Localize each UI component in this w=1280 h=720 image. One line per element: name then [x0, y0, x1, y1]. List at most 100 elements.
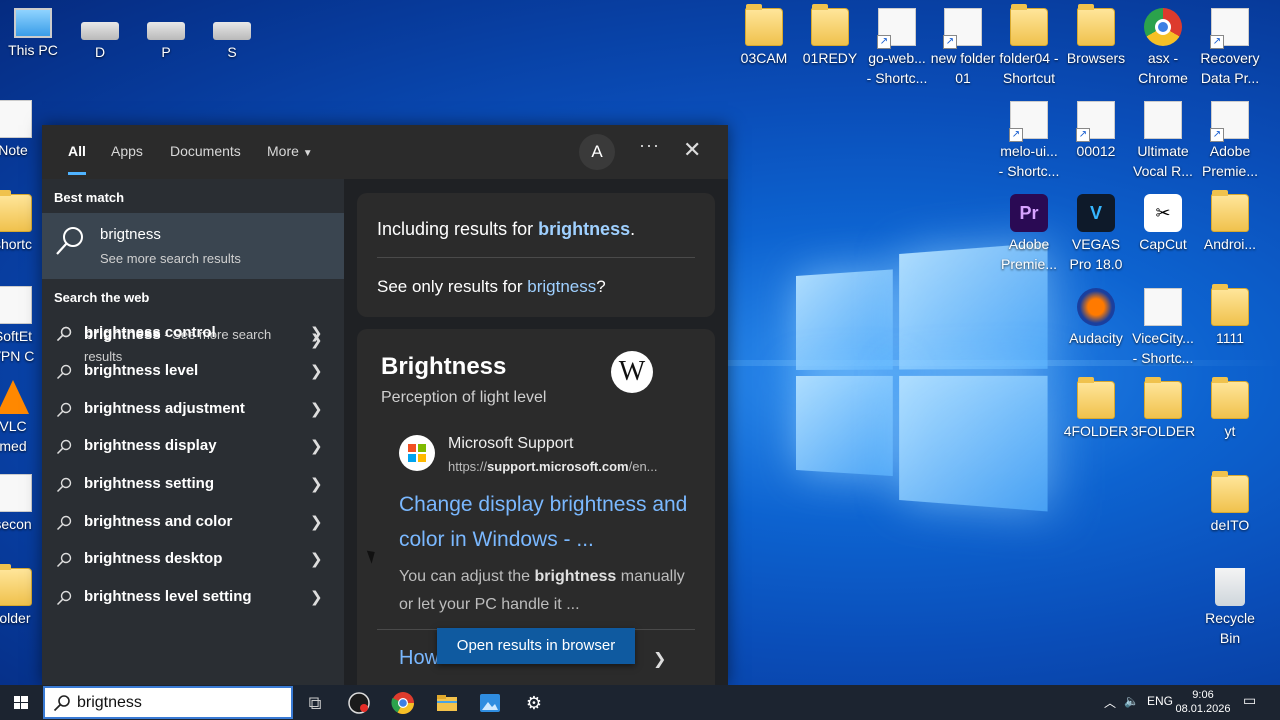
desktop-icon[interactable]: folder04 - Shortcut	[996, 4, 1062, 88]
web-suggestion-item[interactable]: brightness adjustment ❯	[42, 400, 344, 428]
photos-icon[interactable]	[478, 691, 502, 715]
desktop-icon-label: ViceCity... - Shortc...	[1132, 330, 1194, 366]
account-avatar[interactable]: A	[579, 134, 615, 170]
desktop-icon[interactable]: Pr Adobe Premie...	[996, 194, 1062, 274]
desktop-icon-label: yt	[1224, 423, 1236, 439]
desktop-icon[interactable]: Recovery Data Pr...	[1197, 8, 1263, 88]
including-term[interactable]: brightness	[538, 219, 630, 239]
desktop-icon[interactable]: go-web... - Shortc...	[864, 8, 930, 88]
capcut-icon: ✂	[1144, 194, 1182, 232]
desktop-icon[interactable]: folder	[0, 564, 46, 628]
search-query: brigtness	[77, 694, 142, 711]
chrome-icon[interactable]	[391, 691, 415, 715]
tab-apps[interactable]: Apps	[111, 143, 143, 159]
search-icon	[56, 364, 72, 380]
windows-start-icon[interactable]	[0, 685, 42, 720]
desktop-icon[interactable]: 03CAM	[731, 4, 797, 68]
web-suggestion-item[interactable]: brightness level setting ❯	[42, 588, 344, 616]
drive-icon	[147, 22, 185, 40]
file-explorer-icon[interactable]	[435, 691, 459, 715]
desktop-icon[interactable]: VPN C	[0, 306, 46, 366]
recycle-bin-icon	[1215, 568, 1245, 606]
url-prefix: https://	[448, 459, 488, 474]
desktop-icon[interactable]: new folder 01	[930, 8, 996, 88]
tab-all[interactable]: All	[68, 143, 86, 175]
desktop-icon-label: 1111	[1215, 330, 1245, 346]
web-suggestion-label: brightness desktop	[84, 550, 223, 567]
desktop-icon-label: deITO	[1210, 517, 1250, 533]
snippet-bold: brightness	[534, 568, 617, 585]
result-link[interactable]: Change display brightness and color in W…	[399, 487, 689, 557]
windows-logo-wallpaper	[796, 242, 1048, 512]
desktop-icon[interactable]: melo-ui... - Shortc...	[996, 101, 1062, 181]
desktop-icon[interactable]: shortc	[0, 190, 46, 254]
clock[interactable]: 9:06 08.01.2026	[1170, 688, 1236, 716]
folder-icon	[0, 564, 32, 606]
desktop-icon[interactable]: D	[67, 8, 133, 62]
close-icon[interactable]: ✕	[683, 137, 701, 163]
web-suggestion-item[interactable]: brightness level ❯	[42, 362, 344, 390]
notepad-icon	[0, 100, 32, 138]
desktop-icon[interactable]: Note	[0, 100, 46, 160]
desktop-icon-label: 01REDY	[802, 50, 858, 66]
app-record-icon[interactable]	[347, 691, 371, 715]
settings-gear-icon[interactable]: ⚙	[522, 691, 546, 715]
open-in-browser-button[interactable]: Open results in browser	[437, 628, 635, 664]
source-name: Microsoft Support	[448, 435, 574, 452]
clock-time: 9:06	[1192, 689, 1214, 701]
best-match-title: brigtness	[100, 226, 161, 243]
chevron-right-icon: ❯	[310, 363, 323, 380]
wikipedia-icon[interactable]: W	[611, 351, 653, 393]
chevron-up-icon[interactable]: ︿	[1104, 694, 1116, 711]
web-suggestion-label: brightness level	[84, 362, 199, 379]
search-icon	[56, 515, 72, 531]
desktop-icon-label: folder	[0, 610, 31, 626]
desktop-icon[interactable]: secon	[0, 474, 46, 534]
desktop-icon[interactable]: Audacity	[1063, 288, 1129, 348]
desktop-icon[interactable]: yt	[1197, 377, 1263, 441]
desktop-icon[interactable]: This PC	[0, 8, 66, 60]
web-suggestion-label: brightness adjustment	[84, 400, 245, 417]
desktop-icon[interactable]: Recycle Bin	[1197, 568, 1263, 648]
notifications-icon[interactable]: ▭	[1243, 692, 1256, 709]
desktop-icon[interactable]: S	[199, 8, 265, 62]
desktop-icon[interactable]: 1111	[1197, 284, 1263, 348]
desktop-icon-label: S	[227, 44, 237, 60]
premiere-icon: Pr	[1010, 194, 1048, 232]
desktop-icon[interactable]: Ultimate Vocal R...	[1130, 101, 1196, 181]
see-only-text: See only results for brigtness?	[377, 277, 606, 297]
desktop-icon[interactable]: V VEGAS Pro 18.0	[1063, 194, 1129, 274]
desktop-icon[interactable]: Browsers	[1063, 4, 1129, 68]
desktop-icon[interactable]: 3FOLDER	[1130, 377, 1196, 441]
web-suggestion-item[interactable]: brightness display ❯	[42, 437, 344, 465]
file-icon	[943, 8, 982, 49]
preview-pane: Including results for brightness. See on…	[344, 179, 728, 689]
tab-documents[interactable]: Documents	[170, 143, 241, 159]
divider	[377, 257, 695, 258]
desktop-icon[interactable]: ViceCity... - Shortc...	[1130, 288, 1196, 368]
web-suggestion-item[interactable]: brightness setting ❯	[42, 475, 344, 503]
search-panel: All Apps Documents More ▼ A ··· ✕ Best m…	[42, 125, 728, 689]
desktop-icon[interactable]: Androi...	[1197, 190, 1263, 254]
web-suggestion-item[interactable]: brightness control ❯	[42, 324, 344, 352]
desktop-icon[interactable]: deITO	[1197, 471, 1263, 535]
see-only-link[interactable]: brigtness	[527, 277, 596, 296]
more-options-icon[interactable]: ···	[639, 135, 660, 156]
web-suggestion-item[interactable]: brightness desktop ❯	[42, 550, 344, 578]
desktop-icon[interactable]: 00012	[1063, 101, 1129, 161]
desktop-icon[interactable]: med	[0, 400, 46, 456]
web-suggestion-item[interactable]: brightness and color ❯	[42, 513, 344, 541]
see-only-suffix: ?	[596, 277, 606, 296]
tab-more[interactable]: More ▼	[267, 143, 313, 159]
desktop-icon[interactable]: 4FOLDER	[1063, 377, 1129, 441]
best-match-item[interactable]: brigtness See more search results	[42, 213, 344, 279]
desktop-icon[interactable]: P	[133, 8, 199, 62]
task-view-icon[interactable]: ⧉	[303, 691, 327, 715]
desktop-icon[interactable]: 01REDY	[797, 4, 863, 68]
desktop-icon[interactable]: asx - Chrome	[1130, 8, 1196, 88]
taskbar-search-input[interactable]: brigtness	[43, 686, 293, 719]
best-match-subtitle: See more search results	[100, 251, 241, 266]
volume-icon[interactable]: 🔈	[1124, 694, 1139, 708]
desktop-icon[interactable]: ✂ CapCut	[1130, 194, 1196, 254]
desktop-icon[interactable]: Adobe Premie...	[1197, 101, 1263, 181]
